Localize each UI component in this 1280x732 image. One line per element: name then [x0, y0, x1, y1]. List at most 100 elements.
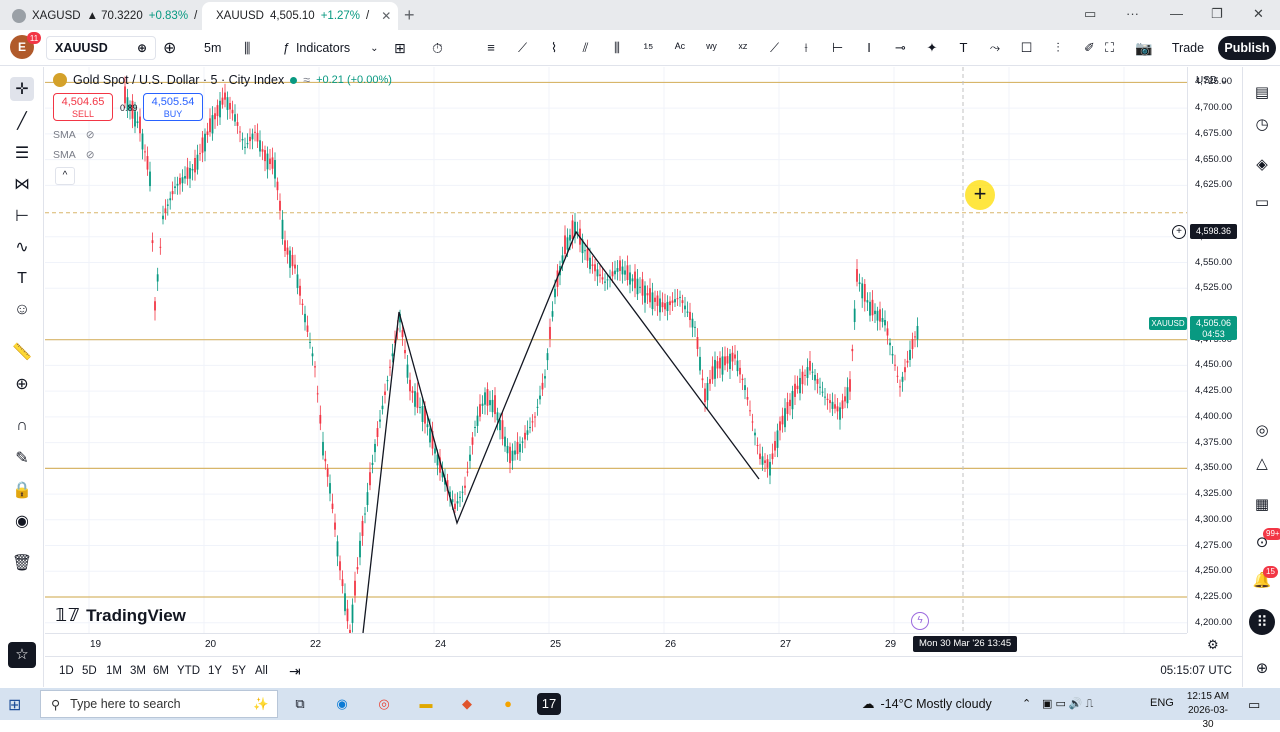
windows-start-icon[interactable]: ⊞ [8, 695, 28, 714]
weather-widget[interactable]: ☁ -14°C Mostly cloudy [862, 696, 992, 712]
eye-hidden-icon[interactable]: ⊘ [86, 129, 95, 141]
brush-icon[interactable]: ∿ [10, 235, 34, 259]
eye-icon[interactable]: ◉ [10, 509, 34, 533]
minimize-button[interactable]: — [1170, 6, 1183, 21]
callout-icon[interactable]: ☐ [1016, 38, 1038, 58]
price-chart[interactable] [45, 67, 1187, 633]
chevron-up-icon[interactable]: ⌃ [1022, 697, 1031, 710]
wxyz-icon[interactable]: ˣᶻ [732, 38, 754, 58]
range-button-ytd[interactable]: YTD [177, 665, 200, 677]
range-button-1d[interactable]: 1D [59, 665, 74, 677]
more-icon[interactable]: ··· [1126, 6, 1139, 21]
tray-icons[interactable]: ▣ ▭ 🔊 ⎍ [1042, 697, 1093, 711]
taskbar-clock[interactable]: 12:15 AM 2026-03-30 [1184, 690, 1232, 732]
plus-circle-icon[interactable]: ⊕ [137, 41, 147, 55]
file-explorer-icon[interactable]: ▬ [414, 693, 438, 715]
range-button-5d[interactable]: 5D [82, 665, 97, 677]
trash-icon[interactable]: 🗑 [10, 551, 34, 575]
ruler-icon[interactable]: 📏 [10, 340, 34, 364]
legend-title[interactable]: Gold Spot / U.S. Dollar · 5 · City Index [73, 73, 284, 87]
language-indicator[interactable]: ENG [1150, 697, 1174, 709]
sma-indicator-2[interactable]: SMA ⊘ [53, 149, 95, 161]
pencil-icon[interactable]: ✐ [1079, 38, 1101, 58]
close-icon[interactable]: ✕ [381, 9, 391, 23]
projection-icon[interactable]: ⊢ [10, 204, 34, 228]
alert-icon[interactable]: ⏱ [432, 36, 443, 60]
target-icon[interactable]: ◎ [1251, 419, 1273, 441]
camera-icon[interactable]: 📷 [1135, 36, 1152, 60]
range-button-5y[interactable]: 5Y [232, 665, 246, 677]
horizontal-ray-icon[interactable]: ⊸ [890, 38, 912, 58]
weather-app-icon[interactable]: ● [496, 693, 520, 715]
zoom-icon[interactable]: ⊕ [10, 372, 34, 396]
maximize-button[interactable]: ❐ [1211, 6, 1223, 22]
chart-pane[interactable]: Gold Spot / U.S. Dollar · 5 · City Index… [45, 67, 1187, 633]
tab-xauusd[interactable]: XAUUSD 4,505.10 +1.27% / ✕ [202, 2, 398, 30]
range-button-3m[interactable]: 3M [130, 665, 146, 677]
symbol-search[interactable]: XAUUSD ⊕ [46, 36, 156, 60]
gann-icon[interactable]: ⫼ [606, 38, 628, 58]
curve-icon[interactable]: ⟋ [512, 38, 534, 58]
elliott-icon[interactable]: ¹⁵ [638, 38, 660, 58]
sma-indicator-1[interactable]: SMA ⊘ [53, 129, 95, 141]
calendar-icon[interactable]: ▦ [1251, 493, 1273, 515]
apps-grid-icon[interactable]: ⠿ [1249, 609, 1275, 635]
fullscreen-icon[interactable]: ⛶ [1105, 36, 1114, 60]
path-icon[interactable]: ⌇ [543, 38, 565, 58]
range-button-6m[interactable]: 6M [153, 665, 169, 677]
publish-button[interactable]: Publish [1218, 36, 1276, 60]
lines-icon[interactable]: ≡ [480, 38, 502, 58]
sell-button[interactable]: 4,504.65 SELL [53, 93, 113, 121]
crosshair-target-icon[interactable]: + [1172, 225, 1186, 239]
volume-profile-icon[interactable]: ⫶ [1047, 38, 1069, 58]
window-close-button[interactable]: ✕ [1253, 6, 1264, 22]
arrow-icon[interactable]: ⤳ [984, 38, 1006, 58]
tradingview-app-icon[interactable]: 17 [537, 693, 561, 715]
triangle-icon[interactable]: △ [1251, 452, 1273, 474]
range-icon[interactable]: ⊢ [827, 38, 849, 58]
fork-icon[interactable]: ⫽ [575, 38, 597, 58]
tab-xagusd[interactable]: XAGUSD ▲ 70.3220 +0.83% / ✕ [4, 2, 227, 30]
time-axis[interactable]: 19 20 22 24 25 26 27 29 Mon 30 Mar '26 13:45 ⚙ [45, 633, 1219, 655]
settings-icon[interactable]: ⚙ [1207, 637, 1219, 653]
lightning-icon[interactable]: ϟ [911, 612, 929, 630]
notifications-icon[interactable]: ▭ [1248, 697, 1260, 713]
lock-drawing-icon[interactable]: ✎ [10, 446, 34, 470]
clock-icon[interactable]: ◷ [1251, 113, 1273, 135]
collapse-legend-button[interactable]: ^ [55, 167, 75, 185]
vertical-line-icon[interactable]: ⟊ [795, 38, 817, 58]
text-tool-icon[interactable]: T [953, 38, 975, 58]
price-axis[interactable]: USD ⌄ 4,725.00 4,700.00 4,675.00 4,650.00 4,… [1187, 67, 1242, 633]
compare-icon[interactable]: ⊕ [163, 36, 176, 60]
brave-icon[interactable]: ◆ [455, 693, 479, 715]
utc-clock[interactable]: 05:15:07 UTC [1160, 665, 1232, 677]
trend-line-icon[interactable]: ╱ [10, 109, 34, 133]
magnet-icon[interactable]: ∩ [10, 414, 34, 438]
crosshair-icon[interactable]: ✛ [10, 77, 34, 101]
interval-button[interactable]: 5m [204, 36, 221, 60]
new-tab-button[interactable]: + [404, 5, 415, 26]
range-button-1y[interactable]: 1Y [208, 665, 222, 677]
indicators-button[interactable]: ƒ Indicators ⌄ [283, 36, 379, 60]
trade-button[interactable]: Trade [1163, 36, 1213, 60]
layouts-icon[interactable]: ⊞ [394, 36, 406, 60]
expand-icon[interactable]: ⊕ [1251, 657, 1273, 679]
emoji-icon[interactable]: ☺ [10, 298, 34, 322]
lock-icon[interactable]: 🔒 [10, 478, 34, 502]
buy-button[interactable]: 4,505.54 BUY [143, 93, 203, 121]
eye-hidden-icon[interactable]: ⊘ [86, 149, 95, 161]
pattern-icon[interactable]: ⋈ [10, 172, 34, 196]
watchlist-icon[interactable]: ▤ [1251, 81, 1273, 103]
edge-icon[interactable]: ◉ [330, 693, 354, 715]
star-icon[interactable]: ✦ [921, 38, 943, 58]
sidebar-toggle-icon[interactable]: ▭ [1084, 6, 1096, 22]
layers-icon[interactable]: ◈ [1251, 153, 1273, 175]
measure-icon[interactable]: I [858, 38, 880, 58]
chrome-icon[interactable]: ◎ [372, 693, 396, 715]
range-button-all[interactable]: All [255, 665, 268, 677]
ray-icon[interactable]: ⟋ [764, 38, 786, 58]
range-button-1m[interactable]: 1M [106, 665, 122, 677]
fib-icon[interactable]: ☰ [10, 141, 34, 165]
favorites-star-icon[interactable]: ☆ [8, 642, 36, 668]
candle-type-icon[interactable]: ⫼ [244, 36, 250, 60]
